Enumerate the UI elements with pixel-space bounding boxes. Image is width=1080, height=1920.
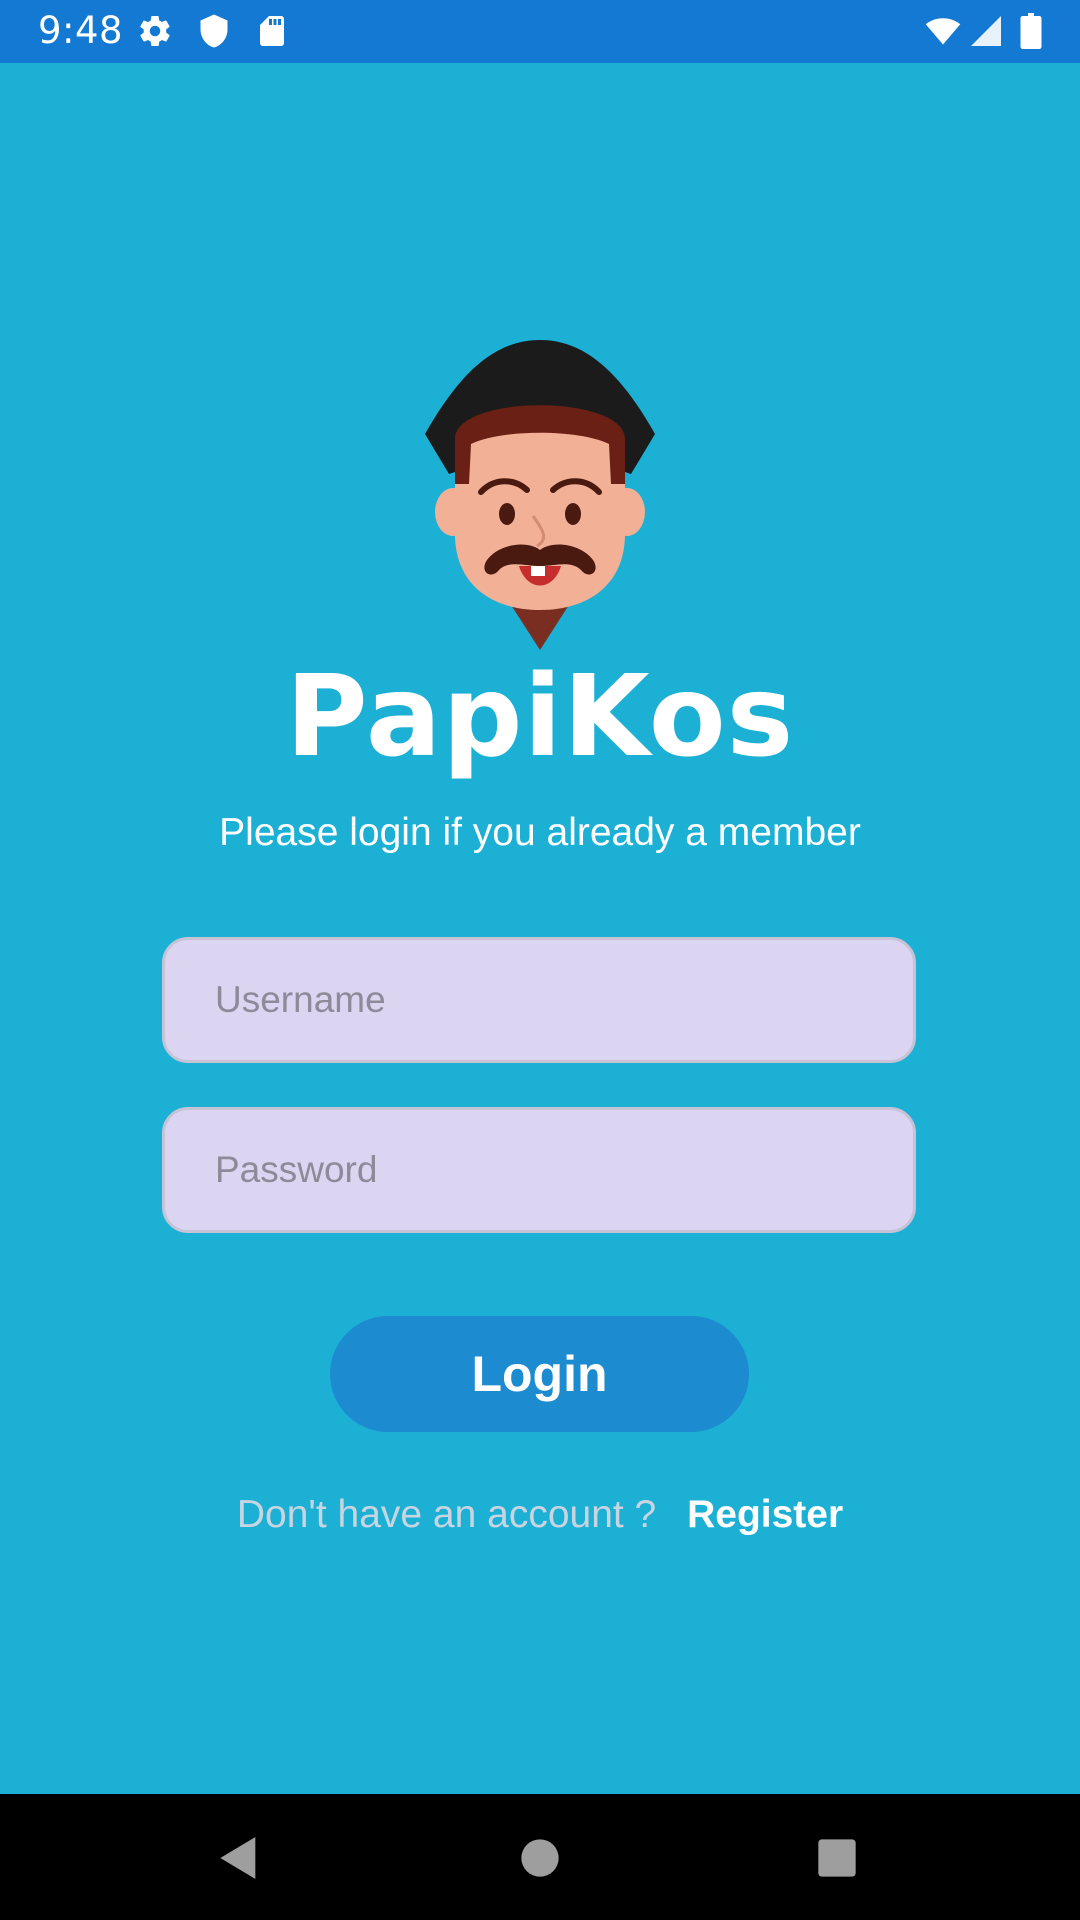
status-time: 9:48 [38, 9, 124, 52]
navigation-bar [0, 1794, 1080, 1920]
login-subtitle: Please login if you already a member [219, 811, 861, 854]
signal-icon [968, 13, 1004, 49]
sd-card-icon [254, 13, 290, 49]
password-field[interactable] [162, 1107, 916, 1233]
home-icon[interactable] [512, 1830, 568, 1886]
shield-icon [196, 13, 232, 49]
wifi-icon [922, 13, 964, 49]
register-row: Don't have an account ? Register [0, 1490, 1080, 1540]
register-prompt: Don't have an account ? [236, 1493, 657, 1536]
mascot-logo [419, 334, 661, 651]
recents-icon[interactable] [809, 1830, 865, 1886]
register-link[interactable]: Register [687, 1493, 843, 1536]
app-title: PapiKos [285, 652, 795, 782]
login-button[interactable]: Login [330, 1316, 749, 1432]
battery-icon [1016, 13, 1046, 49]
status-bar: 9:48 [0, 0, 1080, 63]
username-field[interactable] [162, 937, 916, 1063]
password-input[interactable] [215, 1110, 895, 1230]
username-input[interactable] [215, 940, 895, 1060]
back-icon[interactable] [211, 1830, 267, 1886]
gear-icon [137, 13, 173, 49]
